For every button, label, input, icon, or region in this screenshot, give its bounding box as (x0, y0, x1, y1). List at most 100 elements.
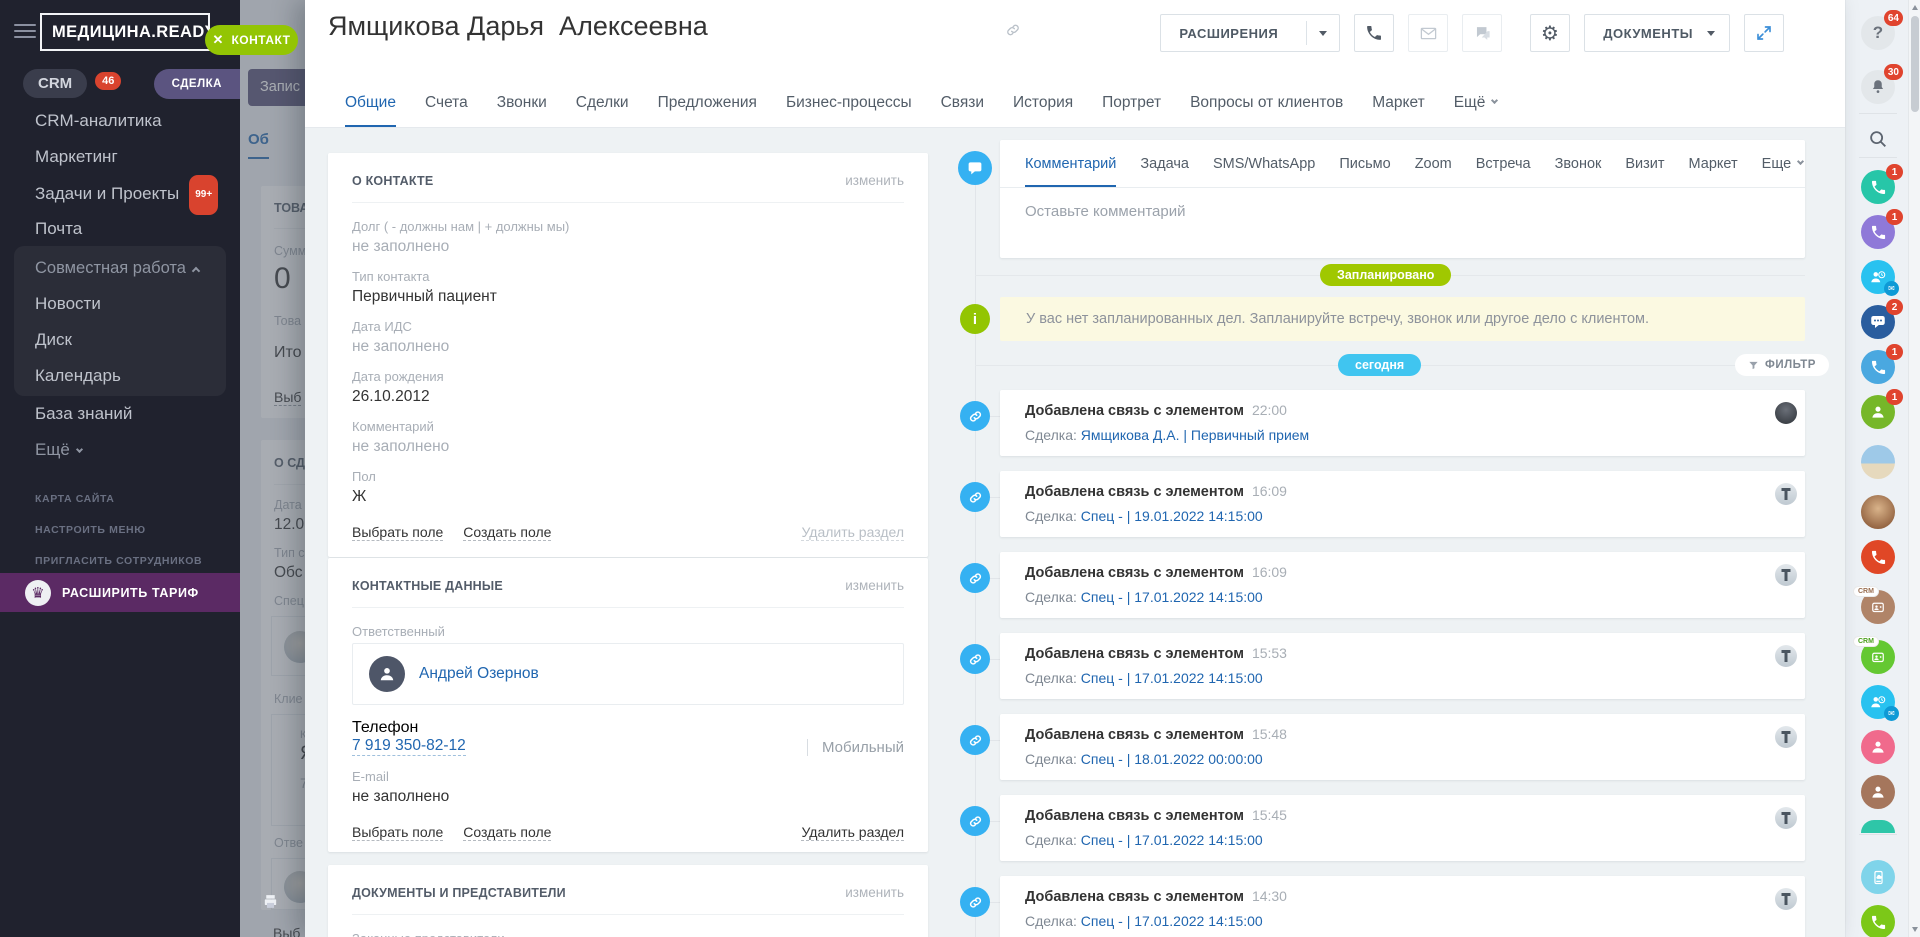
crm-activity-button[interactable]: ✉ (1861, 260, 1895, 294)
copy-link-icon[interactable] (1005, 22, 1021, 38)
tab-calls[interactable]: Звонки (497, 94, 547, 127)
timeline-filter-button[interactable]: ФИЛЬТР (1735, 354, 1829, 376)
tab-quotes[interactable]: Предложения (658, 94, 757, 127)
search-button[interactable] (1861, 122, 1895, 156)
tab-invoices[interactable]: Счета (425, 94, 468, 127)
composer-tab-comment[interactable]: Комментарий (1025, 156, 1116, 187)
sidebar-item-crm-analytics[interactable]: CRM-аналитика (0, 103, 240, 139)
deal-link[interactable]: Ямщикова Д.А. | Первичный прием (1081, 427, 1309, 443)
sidebar-item-drive[interactable]: Диск (14, 322, 226, 358)
slider-close-button[interactable]: ✕ КОНТАКТ (205, 25, 298, 55)
expand-button[interactable] (1744, 14, 1784, 52)
avatar[interactable] (1775, 483, 1797, 505)
comment-input[interactable]: Оставьте комментарий (1000, 188, 1805, 235)
composer-tab-zoom[interactable]: Zoom (1415, 156, 1452, 187)
composer-tab-market[interactable]: Маркет (1689, 156, 1738, 187)
composer-tab-visit[interactable]: Визит (1625, 156, 1664, 187)
email-button[interactable] (1408, 14, 1448, 52)
tab-history[interactable]: История (1013, 94, 1073, 127)
sidebar-item-crm[interactable]: CRM (23, 69, 87, 98)
crm-app-brown-button[interactable]: CRM (1861, 590, 1895, 624)
telephony-purple-button[interactable]: 1 (1861, 215, 1895, 249)
tab-relations[interactable]: Связи (941, 94, 984, 127)
contact-brown-button[interactable] (1861, 775, 1895, 809)
composer-tab-meeting[interactable]: Встреча (1476, 156, 1531, 187)
help-button[interactable]: ?64 (1861, 16, 1895, 50)
planned-badge[interactable]: Запланировано (1320, 264, 1451, 286)
delete-section-link[interactable]: Удалить раздел (801, 824, 904, 841)
sidebar-item-calendar[interactable]: Календарь (14, 358, 226, 394)
callback-button[interactable] (1861, 905, 1895, 937)
select-field-link[interactable]: Выбрать поле (352, 524, 443, 541)
call-button[interactable] (1354, 14, 1394, 52)
documents-button[interactable]: ДОКУМЕНТЫ (1584, 14, 1730, 52)
telephony-blue-button[interactable]: 1 (1861, 350, 1895, 384)
responsible-user-link[interactable]: Андрей Озернов (419, 665, 539, 683)
sitemap-link[interactable]: КАРТА САЙТА (0, 484, 240, 515)
notifications-bell-button[interactable]: 30 (1861, 70, 1895, 104)
user-avatar[interactable] (1861, 495, 1895, 529)
sidebar-item-more[interactable]: Ещё (0, 432, 240, 468)
page-dim-overlay[interactable] (240, 0, 305, 937)
sidebar-group-header[interactable]: Совместная работа (14, 250, 226, 286)
telephony-red-button[interactable] (1861, 540, 1895, 574)
menu-toggle-icon[interactable] (14, 24, 36, 42)
chat-button[interactable] (1462, 14, 1502, 52)
deal-link[interactable]: Спец - | 17.01.2022 14:15:00 (1081, 832, 1263, 848)
crm-activity-button[interactable]: ✉ (1861, 685, 1895, 719)
deal-link[interactable]: Спец - | 17.01.2022 14:15:00 (1081, 670, 1263, 686)
sidebar-item-tasks[interactable]: Задачи и Проекты99+ (0, 175, 240, 211)
select-field-link[interactable]: Выбрать поле (352, 824, 443, 841)
settings-button[interactable]: ⚙ (1530, 14, 1570, 52)
edit-contacts-link[interactable]: изменить (845, 578, 904, 593)
composer-tab-more[interactable]: Еще (1762, 156, 1804, 187)
mobile-app-button[interactable] (1861, 860, 1895, 894)
upgrade-plan-button[interactable]: ♛ РАСШИРИТЬ ТАРИФ (0, 573, 240, 612)
sidebar-item-knowledge-base[interactable]: База знаний (0, 396, 240, 432)
avatar[interactable] (1775, 645, 1797, 667)
contact-green-button[interactable]: 1 (1861, 395, 1895, 429)
tab-client-questions[interactable]: Вопросы от клиентов (1190, 94, 1343, 127)
sidebar-item-marketing[interactable]: Маркетинг (0, 139, 240, 175)
group-chat-button[interactable]: 2 (1861, 305, 1895, 339)
create-field-link[interactable]: Создать поле (463, 524, 551, 541)
deal-quick-button[interactable]: СДЕЛКА (154, 69, 246, 99)
composer-tab-sms-whatsapp[interactable]: SMS/WhatsApp (1213, 156, 1315, 187)
edit-documents-link[interactable]: изменить (845, 885, 904, 900)
avatar[interactable] (1775, 402, 1797, 424)
tab-market[interactable]: Маркет (1372, 94, 1425, 127)
tab-more[interactable]: Ещё (1454, 94, 1498, 127)
avatar[interactable] (1775, 807, 1797, 829)
sidebar-item-mail[interactable]: Почта (0, 211, 240, 247)
avatar[interactable] (1775, 726, 1797, 748)
deal-link[interactable]: Спец - | 18.01.2022 00:00:00 (1081, 751, 1263, 767)
extensions-button[interactable]: РАСШИРЕНИЯ (1160, 14, 1340, 52)
tab-portrait[interactable]: Портрет (1102, 94, 1161, 127)
avatar[interactable] (1775, 564, 1797, 586)
deal-link[interactable]: Спец - | 19.01.2022 14:15:00 (1081, 508, 1263, 524)
composer-tab-call[interactable]: Звонок (1555, 156, 1602, 187)
edit-about-link[interactable]: изменить (845, 173, 904, 188)
user-avatar[interactable] (1861, 445, 1895, 479)
scroll-up-arrow[interactable] (1912, 5, 1918, 10)
crm-app-green-button[interactable]: CRM (1861, 640, 1895, 674)
telephony-teal-button[interactable]: 1 (1861, 170, 1895, 204)
tab-deals[interactable]: Сделки (576, 94, 629, 127)
deal-link[interactable]: Спец - | 17.01.2022 14:15:00 (1081, 913, 1263, 929)
scrollbar[interactable] (1908, 0, 1920, 937)
create-field-link[interactable]: Создать поле (463, 824, 551, 841)
scroll-down-arrow[interactable] (1912, 927, 1918, 932)
deal-link[interactable]: Спец - | 17.01.2022 14:15:00 (1081, 589, 1263, 605)
tab-general[interactable]: Общие (345, 94, 396, 127)
composer-tab-task[interactable]: Задача (1140, 156, 1189, 187)
phone-link[interactable]: 7 919 350-82-12 (352, 737, 466, 756)
sidebar-item-news[interactable]: Новости (14, 286, 226, 322)
configure-menu-link[interactable]: НАСТРОИТЬ МЕНЮ (0, 515, 240, 546)
scrollbar-thumb[interactable] (1911, 16, 1919, 112)
app-logo[interactable]: МЕДИЦИНА.READY (40, 13, 210, 51)
tab-business-processes[interactable]: Бизнес-процессы (786, 94, 912, 127)
composer-tab-email[interactable]: Письмо (1339, 156, 1390, 187)
avatar[interactable] (1775, 888, 1797, 910)
contact-pink-button[interactable] (1861, 730, 1895, 764)
delete-section-link[interactable]: Удалить раздел (801, 524, 904, 541)
